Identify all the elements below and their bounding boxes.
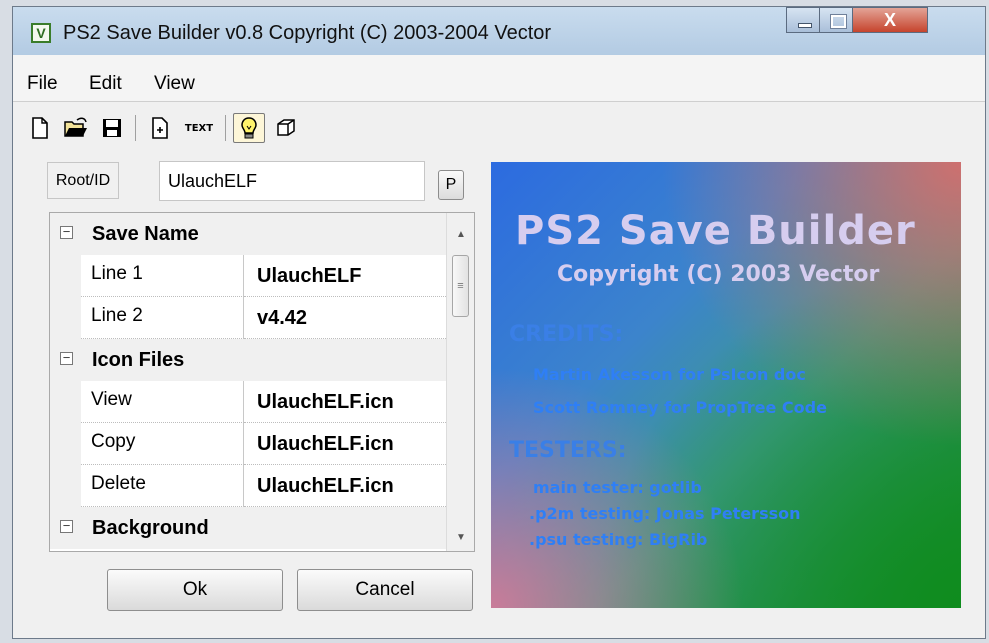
- splash-panel: PS2 Save Builder Copyright (C) 2003 Vect…: [491, 162, 961, 608]
- splash-copyright: Copyright (C) 2003 Vector: [557, 262, 880, 287]
- minimize-icon: [798, 23, 812, 28]
- tester-line: .p2m testing: Jonas Petersson: [529, 504, 801, 523]
- close-icon: X: [883, 10, 896, 30]
- tester-line: .psu testing: BigRib: [529, 530, 708, 549]
- toolbar-separator: [135, 115, 136, 141]
- close-button[interactable]: X: [852, 7, 928, 33]
- property-name: Delete: [81, 465, 244, 507]
- toolbar-separator: [225, 115, 226, 141]
- minimize-button[interactable]: [786, 7, 820, 33]
- open-button[interactable]: [61, 113, 91, 143]
- testers-heading: TESTERS:: [509, 438, 627, 463]
- new-file-icon: [32, 117, 48, 139]
- maximize-button[interactable]: [819, 7, 853, 33]
- title-bar[interactable]: V PS2 Save Builder v0.8 Copyright (C) 20…: [13, 7, 985, 55]
- row-gutter: [50, 423, 81, 465]
- splash-title: PS2 Save Builder: [515, 208, 916, 254]
- property-grid-scrollbar[interactable]: ▲ ≡ ▼: [446, 213, 474, 551]
- save-icon: [103, 119, 121, 137]
- category-save-name[interactable]: − Save Name: [50, 213, 446, 255]
- property-value[interactable]: UlauchELF.icn: [244, 381, 446, 423]
- property-value[interactable]: UlauchELF.icn: [244, 423, 446, 465]
- row-gutter: [50, 255, 81, 297]
- scroll-down-icon[interactable]: ▼: [456, 532, 466, 543]
- toolbar: TEXT: [13, 103, 985, 151]
- scroll-up-icon[interactable]: ▲: [456, 229, 466, 240]
- row-gutter: [50, 465, 81, 507]
- collapse-icon[interactable]: −: [60, 225, 73, 239]
- splash-toggle-button[interactable]: [233, 113, 265, 143]
- menu-edit[interactable]: Edit: [89, 73, 122, 95]
- property-row-delete[interactable]: Delete UlauchELF.icn: [50, 465, 446, 507]
- p-button[interactable]: P: [438, 170, 464, 200]
- new-item-button[interactable]: [145, 113, 175, 143]
- category-label: Save Name: [92, 223, 199, 245]
- ok-button[interactable]: Ok: [107, 569, 283, 611]
- collapse-icon[interactable]: −: [60, 351, 73, 365]
- credit-line: Scott Romney for PropTree Code: [533, 398, 827, 417]
- property-row-copy[interactable]: Copy UlauchELF.icn: [50, 423, 446, 465]
- menu-view[interactable]: View: [154, 73, 195, 95]
- lightbulb-icon: [241, 117, 257, 139]
- save-button[interactable]: [97, 113, 127, 143]
- maximize-icon: [830, 14, 847, 29]
- scroll-thumb[interactable]: ≡: [452, 255, 469, 317]
- property-value[interactable]: UlauchELF: [244, 255, 446, 297]
- 3d-view-button[interactable]: [271, 113, 301, 143]
- menu-bar: File Edit View: [13, 55, 985, 102]
- cancel-button[interactable]: Cancel: [297, 569, 473, 611]
- new-item-icon: [152, 117, 168, 139]
- category-label: Background: [92, 517, 209, 539]
- app-icon: V: [31, 23, 51, 43]
- new-file-button[interactable]: [25, 113, 55, 143]
- root-id-input[interactable]: UlauchELF: [159, 161, 425, 201]
- row-gutter: [50, 381, 81, 423]
- category-icon-files[interactable]: − Icon Files: [50, 339, 446, 381]
- property-row-line1[interactable]: Line 1 UlauchELF: [50, 255, 446, 297]
- text-icon: TEXT: [184, 122, 214, 134]
- property-value[interactable]: v4.42: [244, 297, 446, 339]
- property-value[interactable]: UlauchELF.icn: [244, 465, 446, 507]
- property-name: Line 1: [81, 255, 244, 297]
- property-grid: − Save Name Line 1 UlauchELF Line 2 v4.4…: [49, 212, 475, 552]
- window-title: PS2 Save Builder v0.8 Copyright (C) 2003…: [63, 22, 552, 44]
- cube-icon: [277, 119, 295, 136]
- row-gutter: [50, 297, 81, 339]
- property-name: Line 2: [81, 297, 244, 339]
- category-background[interactable]: − Background: [50, 507, 446, 549]
- property-name: Copy: [81, 423, 244, 465]
- tester-line: main tester: gotlib: [533, 478, 702, 497]
- main-window: V PS2 Save Builder v0.8 Copyright (C) 20…: [12, 6, 986, 639]
- property-name: View: [81, 381, 244, 423]
- category-label: Icon Files: [92, 349, 185, 371]
- menu-file[interactable]: File: [27, 73, 58, 95]
- open-folder-icon: [64, 117, 87, 137]
- root-id-label: Root/ID: [47, 162, 119, 199]
- property-row-line2[interactable]: Line 2 v4.42: [50, 297, 446, 339]
- credits-heading: CREDITS:: [509, 322, 624, 347]
- property-row-view[interactable]: View UlauchELF.icn: [50, 381, 446, 423]
- collapse-icon[interactable]: −: [60, 519, 73, 533]
- credit-line: Martin Akesson for PsIcon doc: [533, 365, 806, 384]
- text-button[interactable]: TEXT: [179, 113, 219, 143]
